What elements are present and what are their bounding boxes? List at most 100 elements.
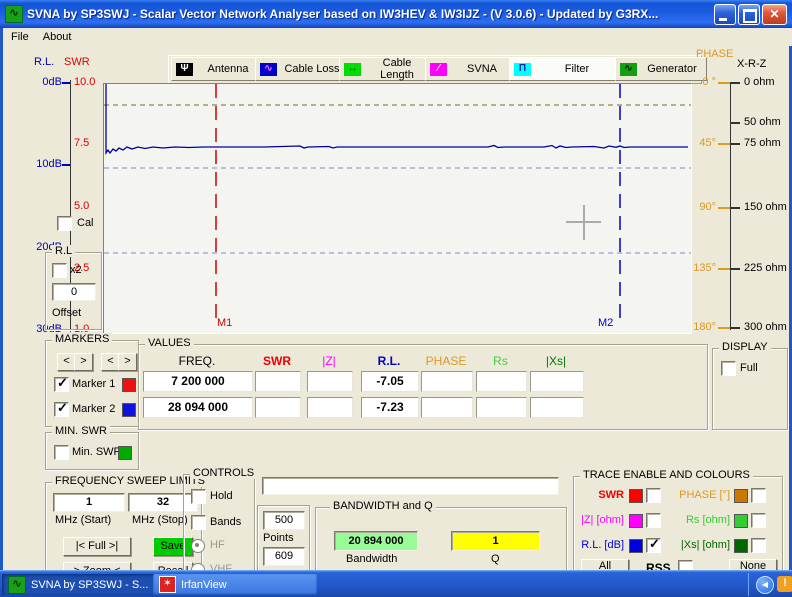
marker2-next-button[interactable]: >: [118, 353, 137, 371]
marker1-next-button[interactable]: >: [74, 353, 93, 371]
marker1-color-swatch[interactable]: [122, 378, 136, 392]
q-label: Q: [491, 553, 500, 565]
steps-input[interactable]: 609: [263, 547, 305, 566]
tray-collapse-icon[interactable]: ◀: [756, 576, 774, 594]
trace-swr-label: SWR: [574, 489, 624, 501]
value-rl-1[interactable]: -7.05: [361, 371, 419, 392]
trace-rs-label: Rs [ohm]: [670, 514, 730, 526]
marker1-label[interactable]: M1: [217, 317, 232, 329]
bands-label: Bands: [210, 516, 241, 528]
q-value: 1: [451, 531, 540, 551]
trace-rs-checkbox[interactable]: [751, 513, 766, 528]
value-rs-1[interactable]: [476, 371, 527, 392]
bands-checkbox[interactable]: [191, 515, 206, 530]
display-full-checkbox[interactable]: [721, 361, 736, 376]
trace-xs-checkbox[interactable]: [751, 538, 766, 553]
value-swr-2[interactable]: [255, 397, 301, 418]
min-swr-title: MIN. SWR: [52, 425, 110, 437]
marker2-label[interactable]: M2: [598, 317, 613, 329]
value-freq-1[interactable]: 7 200 000: [143, 371, 253, 392]
trace-swr-swatch[interactable]: [629, 489, 643, 503]
value-rl-2[interactable]: -7.23: [361, 397, 419, 418]
trace-xs-swatch[interactable]: [734, 539, 748, 553]
minimize-icon: [719, 18, 727, 21]
menu-about[interactable]: About: [43, 31, 72, 43]
rl-offset-input[interactable]: 0: [52, 283, 96, 301]
cable-length-label: Cable Length: [366, 57, 428, 81]
trace-rl-swatch[interactable]: [629, 539, 643, 553]
sweep-group: FREQUENCY SWEEP LIMITS 1 32 MHz (Start) …: [45, 482, 202, 572]
minimize-button[interactable]: [714, 4, 736, 25]
trace-rl-checkbox[interactable]: [646, 538, 661, 553]
maximize-button[interactable]: [738, 4, 760, 25]
values-header-freq: FREQ.: [143, 354, 251, 368]
menu-bar: File About: [3, 28, 792, 46]
antenna-button[interactable]: Ψ Antenna: [171, 57, 263, 81]
rl-x2-label: x2: [70, 264, 82, 276]
tray-alert-icon[interactable]: !: [777, 576, 792, 592]
min-swr-color-swatch[interactable]: [118, 446, 132, 460]
values-group: VALUES FREQ. SWR |Z| R.L. PHASE Rs |Xs| …: [138, 344, 708, 430]
value-z-2[interactable]: [307, 397, 353, 418]
trace-group: TRACE ENABLE AND COLOURS SWR PHASE [°] |…: [573, 476, 783, 572]
value-z-1[interactable]: [307, 371, 353, 392]
svna-icon: ∕: [430, 63, 447, 76]
taskbar-task-irfanview[interactable]: ✶ IrfanView: [153, 574, 317, 595]
rl-trace: [106, 84, 688, 153]
cable-loss-button[interactable]: ∿ Cable Loss: [255, 57, 347, 81]
close-button[interactable]: ✕: [762, 4, 787, 25]
hf-radio[interactable]: [191, 539, 205, 553]
marker1-checkbox[interactable]: [54, 377, 69, 392]
min-swr-checkbox[interactable]: [54, 445, 69, 460]
marker2-color-swatch[interactable]: [122, 403, 136, 417]
rl-offset-group: R.L x2 0 Offset: [45, 252, 102, 330]
cable-loss-label: Cable Loss: [282, 63, 342, 75]
hold-checkbox[interactable]: [191, 489, 206, 504]
svna-task-icon: ∿: [8, 576, 26, 594]
bandwidth-value: 20 894 000: [334, 531, 418, 551]
values-header-phase: PHASE: [421, 354, 471, 368]
value-freq-2[interactable]: 28 094 000: [143, 397, 253, 418]
trace-rl-label: R.L. [dB]: [574, 539, 624, 551]
title-bar[interactable]: ∿ SVNA by SP3SWJ - Scalar Vector Network…: [0, 0, 792, 28]
marker2-checkbox[interactable]: [54, 402, 69, 417]
ohm-tick-label: 50 ohm: [744, 116, 781, 128]
plot-area[interactable]: M1 M2: [103, 83, 692, 334]
sweep-start-input[interactable]: 1: [53, 493, 125, 512]
value-swr-1[interactable]: [255, 371, 301, 392]
value-xs-2[interactable]: [530, 397, 584, 418]
value-rs-2[interactable]: [476, 397, 527, 418]
taskbar-task-svna[interactable]: ∿ SVNA by SP3SWJ - S...: [2, 574, 160, 595]
value-phase-1[interactable]: [421, 371, 473, 392]
trace-phase-swatch[interactable]: [734, 489, 748, 503]
cable-length-button[interactable]: ↔ Cable Length: [339, 57, 433, 81]
filter-button[interactable]: Π Filter: [509, 57, 623, 81]
bandwidth-group: BANDWIDTH and Q 20 894 000 Bandwidth 1 Q: [315, 507, 567, 572]
phase-tick: [718, 327, 730, 329]
ohm-tick: [730, 143, 740, 145]
hold-label: Hold: [210, 490, 233, 502]
value-xs-1[interactable]: [530, 371, 584, 392]
rl-axis-tick: [62, 82, 70, 84]
trace-z-swatch[interactable]: [629, 514, 643, 528]
marker2-label: Marker 2: [72, 403, 115, 415]
points-input[interactable]: 500: [263, 511, 305, 530]
full-span-button[interactable]: |< Full >|: [63, 537, 131, 556]
message-textbox[interactable]: [262, 477, 559, 495]
cal-checkbox[interactable]: [57, 216, 72, 231]
ohm-tick: [730, 207, 740, 209]
svna-button[interactable]: ∕ SVNA: [425, 57, 517, 81]
rl-x2-checkbox[interactable]: [52, 263, 67, 278]
trace-swr-checkbox[interactable]: [646, 488, 661, 503]
phase-tick: [718, 143, 730, 145]
menu-file[interactable]: File: [11, 31, 29, 43]
markers-group: MARKERS < > < > Marker 1 Marker 2: [45, 340, 139, 427]
trace-phase-checkbox[interactable]: [751, 488, 766, 503]
values-header-rl: R.L.: [361, 354, 417, 368]
trace-z-checkbox[interactable]: [646, 513, 661, 528]
cable-loss-icon: ∿: [260, 63, 277, 76]
trace-rs-swatch[interactable]: [734, 514, 748, 528]
value-phase-2[interactable]: [421, 397, 473, 418]
trace-phase-label: PHASE [°]: [670, 489, 730, 501]
points-label: Points: [263, 532, 294, 544]
